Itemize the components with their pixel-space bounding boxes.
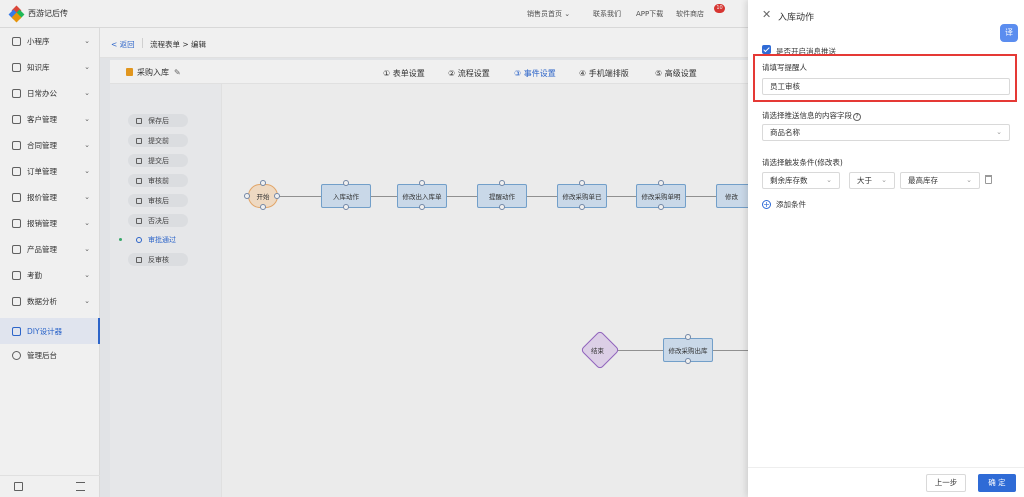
modal-mask[interactable] — [0, 0, 748, 497]
trigger-operator-select[interactable]: 大于 ⌄ — [849, 172, 895, 189]
trigger-label: 请选择触发条件(修改表) — [762, 158, 843, 167]
drawer-title: 入库动作 — [778, 13, 815, 23]
push-enabled-checkbox[interactable] — [762, 45, 771, 54]
confirm-button[interactable]: 确 定 — [978, 474, 1016, 492]
reminder-label: 请填写提醒人 — [762, 63, 807, 72]
translate-button[interactable]: 译 — [1000, 24, 1018, 42]
action-drawer: ✕ 入库动作 译 是否开启消息推送 请填写提醒人 员工审核 请选择推送信息的内容… — [748, 0, 1024, 497]
add-condition-button[interactable]: + 添加条件 — [762, 199, 806, 210]
trigger-value-select[interactable]: 最高库存 ⌄ — [900, 172, 980, 189]
help-icon[interactable]: ? — [853, 113, 861, 121]
trigger-field-select[interactable]: 剩余库存数 ⌄ — [762, 172, 840, 189]
content-field-label: 请选择推送信息的内容字段? — [762, 110, 861, 121]
prev-button[interactable]: 上一步 — [926, 474, 966, 492]
chevron-down-icon: ⌄ — [996, 128, 1002, 136]
delete-condition-icon[interactable] — [985, 175, 992, 184]
chevron-down-icon: ⌄ — [966, 176, 972, 184]
drawer-footer: 上一步 确 定 — [748, 467, 1024, 497]
chevron-down-icon: ⌄ — [826, 176, 832, 184]
chevron-down-icon: ⌄ — [881, 176, 887, 184]
close-icon[interactable]: ✕ — [762, 9, 771, 20]
drawer-header: ✕ 入库动作 — [748, 0, 1024, 30]
reminder-input[interactable]: 员工审核 — [762, 78, 1010, 95]
plus-circle-icon: + — [762, 200, 771, 209]
content-field-select[interactable]: 商品名称 ⌄ — [762, 124, 1010, 141]
